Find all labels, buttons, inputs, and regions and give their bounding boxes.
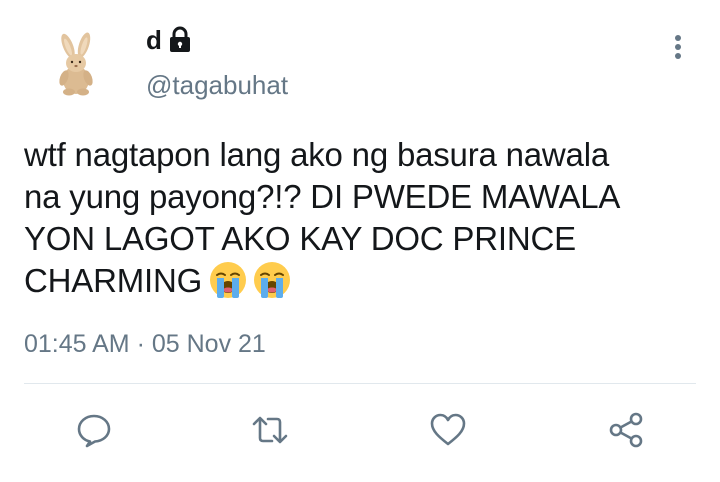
tweet-text: wtf nagtapon lang ako ng basura nawala n…	[24, 134, 704, 302]
more-options-icon[interactable]	[665, 30, 691, 64]
loudly-crying-face-icon	[252, 260, 292, 300]
retweet-icon	[252, 416, 288, 444]
tweet-text-line: wtf nagtapon lang ako ng basura nawala	[24, 136, 609, 173]
like-icon	[430, 413, 466, 446]
tweet-time: 01:45 AM	[24, 330, 130, 358]
author-name-row: d	[146, 22, 192, 58]
reply-button[interactable]	[74, 410, 114, 450]
like-button[interactable]	[428, 410, 468, 450]
tweet-card: d @tagabuhat wtf nagtapon lang ako ng ba…	[0, 0, 720, 482]
display-name[interactable]: d	[146, 22, 162, 58]
avatar[interactable]	[42, 30, 110, 98]
lock-icon	[168, 26, 192, 54]
share-icon	[609, 412, 643, 448]
tweet-text-line-last: CHARMING	[24, 260, 704, 302]
tweet-text-segment: CHARMING	[24, 262, 203, 299]
loudly-crying-face-icon	[208, 260, 248, 300]
tweet-timestamp[interactable]: 01:45 AM · 05 Nov 21	[24, 326, 266, 362]
tweet-date: 05 Nov 21	[151, 330, 266, 358]
tweet-text-line: YON LAGOT AKO KAY DOC PRINCE	[24, 220, 576, 257]
bunny-plush-icon	[59, 32, 93, 96]
meta-separator: ·	[136, 330, 145, 358]
share-button[interactable]	[606, 410, 646, 450]
author-handle[interactable]: @tagabuhat	[146, 68, 288, 102]
divider	[24, 383, 696, 384]
tweet-text-line: na yung payong?!? DI PWEDE MAWALA	[24, 178, 621, 215]
retweet-button[interactable]	[250, 410, 290, 450]
reply-icon	[77, 414, 111, 448]
